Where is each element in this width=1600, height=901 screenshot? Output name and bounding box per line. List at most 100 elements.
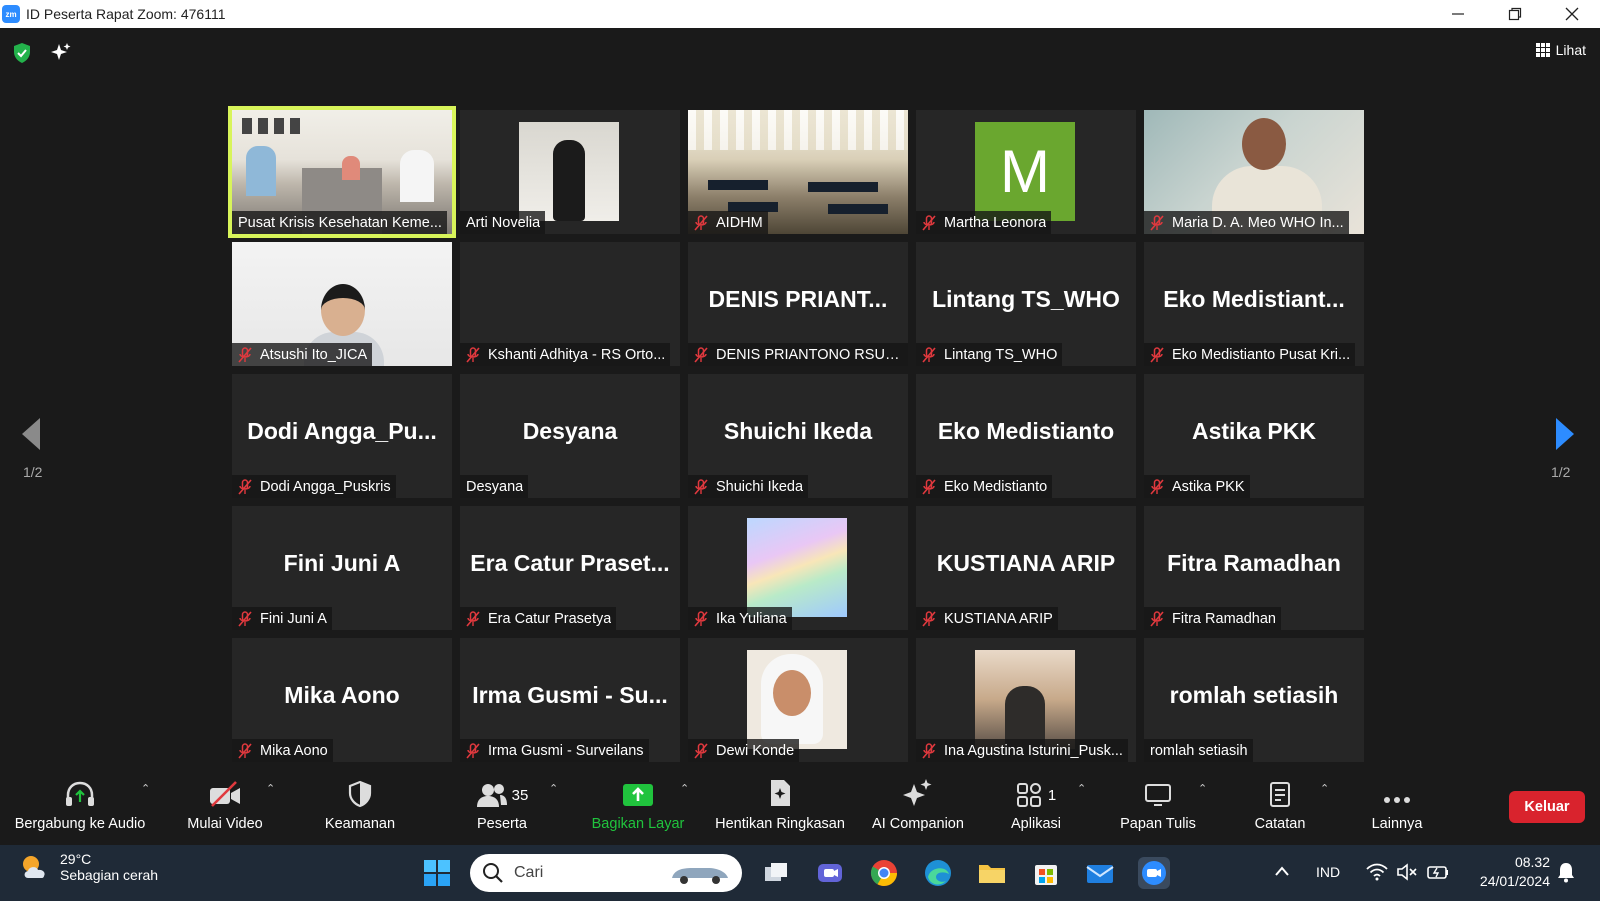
chrome-icon[interactable] <box>868 857 900 889</box>
participant-tile[interactable]: Astika PKK Astika PKK <box>1144 374 1364 498</box>
mic-muted-icon <box>694 346 708 363</box>
view-button[interactable]: Lihat <box>1535 42 1586 58</box>
restore-icon <box>1508 7 1521 21</box>
participant-display-name: Era Catur Praset... <box>470 550 670 576</box>
apps-options-caret-icon[interactable]: ⌃ <box>1077 782 1086 795</box>
view-label: Lihat <box>1555 42 1586 58</box>
participant-tile[interactable]: Lintang TS_WHO Lintang TS_WHO <box>916 242 1136 366</box>
participant-name: Era Catur Prasetya <box>488 610 612 627</box>
security-button[interactable]: Keamanan <box>322 778 398 832</box>
taskbar-search[interactable]: Cari <box>470 854 742 892</box>
participant-tile[interactable]: Pusat Krisis Kesehatan Keme... <box>228 106 456 238</box>
participant-display-name: Astika PKK <box>1192 418 1316 444</box>
participant-name: Ika Yuliana <box>716 610 787 627</box>
volume-muted-icon[interactable] <box>1396 863 1418 881</box>
audio-options-caret-icon[interactable]: ⌃ <box>141 782 150 795</box>
join-audio-button[interactable]: Bergabung ke Audio <box>8 778 152 832</box>
participant-tile[interactable]: romlah setiasih romlah setiasih <box>1144 638 1364 762</box>
restore-button[interactable] <box>1486 0 1543 28</box>
participant-name: Shuichi Ikeda <box>716 478 804 495</box>
mic-muted-icon <box>1150 478 1164 495</box>
whiteboard-icon <box>1145 784 1171 806</box>
participant-tile[interactable]: AIDHM <box>688 110 908 234</box>
file-explorer-icon[interactable] <box>976 857 1008 889</box>
start-video-button[interactable]: Mulai Video <box>180 778 270 832</box>
notes-label: Catatan <box>1254 816 1306 832</box>
taskbar-clock[interactable]: 08.32 24/01/2024 <box>1480 853 1550 891</box>
mic-muted-icon <box>238 478 252 495</box>
apps-button[interactable]: 1 Aplikasi <box>1004 778 1068 832</box>
participant-tile[interactable]: Desyana Desyana <box>460 374 680 498</box>
participant-tile[interactable]: Maria D. A. Meo WHO In... <box>1144 110 1364 234</box>
weather-widget[interactable]: 29°C Sebagian cerah <box>18 851 158 883</box>
grid-view-icon <box>1535 43 1550 57</box>
clock-date: 24/01/2024 <box>1479 873 1550 889</box>
microsoft-store-icon[interactable] <box>1030 857 1062 889</box>
participant-tile[interactable]: Irma Gusmi - Su... Irma Gusmi - Surveilan… <box>460 638 680 762</box>
participant-tile[interactable]: Atsushi Ito_JICA <box>232 242 452 366</box>
participant-display-name: Irma Gusmi - Su... <box>472 682 668 708</box>
battery-charging-icon[interactable] <box>1426 863 1450 881</box>
edge-icon[interactable] <box>922 857 954 889</box>
participant-tile[interactable]: Eko Medistianto Eko Medistianto <box>916 374 1136 498</box>
participant-tile[interactable]: Shuichi Ikeda Shuichi Ikeda <box>688 374 908 498</box>
wifi-icon[interactable] <box>1366 863 1388 881</box>
partly-sunny-icon <box>23 856 45 878</box>
previous-page-arrow-icon[interactable] <box>20 416 42 452</box>
ai-sparkle-icon[interactable] <box>51 42 71 62</box>
teams-chat-icon[interactable] <box>814 857 846 889</box>
more-button[interactable]: Lainnya <box>1362 778 1432 832</box>
participants-button[interactable]: 35 Peserta <box>464 778 540 832</box>
participants-options-caret-icon[interactable]: ⌃ <box>549 782 558 795</box>
participant-tile[interactable]: Fini Juni A Fini Juni A <box>232 506 452 630</box>
encryption-shield-icon[interactable] <box>12 42 32 64</box>
whiteboard-button[interactable]: Papan Tulis <box>1116 778 1200 832</box>
participant-name: Dodi Angga_Puskris <box>260 478 391 495</box>
participant-tile[interactable]: KUSTIANA ARIP KUSTIANA ARIP <box>916 506 1136 630</box>
participant-name: AIDHM <box>716 214 763 231</box>
participant-tile[interactable]: DENIS PRIANT... DENIS PRIANTONO RSUP... <box>688 242 908 366</box>
input-language[interactable]: IND <box>1316 864 1340 880</box>
participant-tile[interactable]: Dewi Konde <box>688 638 908 762</box>
participant-photo <box>747 650 847 749</box>
participant-display-name: Fitra Ramadhan <box>1167 550 1341 576</box>
mic-muted-icon <box>922 742 936 759</box>
participant-tile[interactable]: M Martha Leonora <box>916 110 1136 234</box>
notes-button[interactable]: Catatan <box>1248 778 1312 832</box>
windows-start-icon[interactable] <box>421 857 453 889</box>
participant-name-label: Fitra Ramadhan <box>1144 607 1281 630</box>
participants-icon <box>476 784 507 807</box>
participant-tile[interactable]: Era Catur Praset... Era Catur Prasetya <box>460 506 680 630</box>
task-view-icon[interactable] <box>760 857 792 889</box>
participant-tile[interactable]: Kshanti Adhitya - RS Orto... <box>460 242 680 366</box>
participant-tile[interactable]: Mika Aono Mika Aono <box>232 638 452 762</box>
participant-tile[interactable]: Fitra Ramadhan Fitra Ramadhan <box>1144 506 1364 630</box>
next-page-arrow-icon[interactable] <box>1554 416 1576 452</box>
zoom-taskbar-icon[interactable] <box>1138 857 1170 889</box>
mic-muted-icon <box>466 346 480 363</box>
tray-overflow-chevron-icon[interactable] <box>1274 865 1290 877</box>
close-button[interactable] <box>1543 0 1600 28</box>
participant-tile[interactable]: Ika Yuliana <box>688 506 908 630</box>
ai-companion-button[interactable]: AI Companion <box>864 778 972 832</box>
notification-bell-icon[interactable] <box>1556 861 1576 883</box>
whiteboard-options-caret-icon[interactable]: ⌃ <box>1198 782 1207 795</box>
participant-tile[interactable]: Ina Agustina Isturini_Pusk... <box>916 638 1136 762</box>
stop-summary-button[interactable]: Hentikan Ringkasan <box>708 778 852 832</box>
notes-options-caret-icon[interactable]: ⌃ <box>1320 782 1329 795</box>
leave-meeting-button[interactable]: Keluar <box>1509 791 1585 823</box>
minimize-button[interactable] <box>1429 0 1486 28</box>
share-screen-button[interactable]: Bagikan Layar <box>588 778 688 832</box>
participant-tile[interactable]: Dodi Angga_Pu... Dodi Angga_Puskris <box>232 374 452 498</box>
share-options-caret-icon[interactable]: ⌃ <box>680 782 689 795</box>
mic-muted-icon <box>466 610 480 627</box>
participant-name-label: DENIS PRIANTONO RSUP... <box>688 343 908 366</box>
mail-icon[interactable] <box>1084 857 1116 889</box>
participant-tile[interactable]: Arti Novelia <box>460 110 680 234</box>
notes-icon <box>1270 782 1290 807</box>
participant-display-name: KUSTIANA ARIP <box>936 550 1116 576</box>
video-options-caret-icon[interactable]: ⌃ <box>266 782 275 795</box>
participant-name: Fitra Ramadhan <box>1172 610 1276 627</box>
participant-tile[interactable]: Eko Medistiant... Eko Medistianto Pusat K… <box>1144 242 1364 366</box>
minimize-icon <box>1451 13 1464 15</box>
